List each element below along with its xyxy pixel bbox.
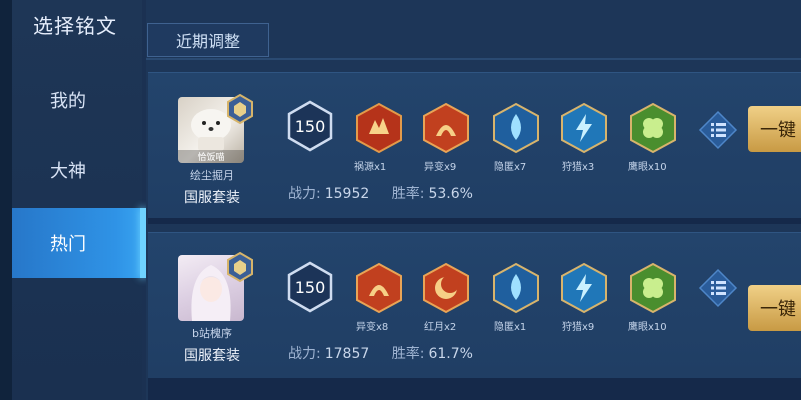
level-badge-icon: 150 (287, 261, 333, 313)
rune-label: 鹰眼x10 (628, 322, 667, 333)
power-label: 战力: (288, 186, 321, 202)
set-name: 国服套装 (184, 348, 240, 364)
winrate-value: 53.6% (428, 186, 473, 202)
rune-blue-lightning-icon[interactable] (558, 262, 610, 314)
rune-label: 祸源x1 (354, 162, 387, 173)
rune-blue-drop-icon[interactable] (490, 262, 542, 314)
sidebar: 选择铭文 我的 大神 热门 (0, 0, 146, 400)
rune-label: 隐匿x7 (494, 162, 527, 173)
rune-label: 异变x8 (356, 322, 389, 333)
level-badge-icon: 150 (287, 100, 333, 152)
player-name: b站槐序 (192, 327, 232, 340)
level-value: 150 (295, 278, 326, 297)
level-value: 150 (295, 117, 326, 136)
rune-label: 狩猎x3 (562, 162, 595, 173)
one-key-apply-button[interactable]: 一键 (748, 285, 801, 331)
sidebar-item-popular[interactable]: 热门 (12, 208, 146, 278)
divider (146, 58, 801, 60)
sidebar-item-label: 大神 (50, 161, 86, 182)
winrate-value: 61.7% (428, 346, 473, 362)
set-name: 国服套装 (184, 190, 240, 206)
sidebar-item-label: 我的 (50, 91, 86, 112)
tab-recent-adjustments[interactable]: 近期调整 (147, 23, 269, 57)
sidebar-item-label: 热门 (50, 234, 86, 255)
rune-label: 异变x9 (424, 162, 457, 173)
detail-list-icon[interactable] (698, 110, 738, 150)
rune-green-clover-icon[interactable] (627, 262, 679, 314)
rune-label: 狩猎x9 (562, 322, 595, 333)
rune-blue-lightning-icon[interactable] (558, 102, 610, 154)
rune-label: 鹰眼x10 (628, 162, 667, 173)
rune-label: 红月x2 (424, 322, 457, 333)
sidebar-edge (0, 0, 12, 400)
sidebar-item-masters[interactable]: 大神 (12, 135, 142, 205)
rune-red-flame-icon[interactable] (353, 102, 405, 154)
rune-red-arch-icon[interactable] (420, 102, 472, 154)
divider (148, 218, 801, 224)
rune-blue-drop-icon[interactable] (490, 102, 542, 154)
stats-line: 战力: 15952 胜率: 53.6% (288, 183, 473, 203)
sidebar-item-mine[interactable]: 我的 (12, 65, 142, 135)
build-card[interactable]: 恰饭喵 绘尘掘月 国服套装 150 祸源x1 异变x9 隐匿x7 狩猎x3 鹰眼… (148, 72, 801, 218)
rank-emblem-icon (227, 93, 253, 125)
power-label: 战力: (288, 346, 321, 362)
rune-label: 隐匿x1 (494, 322, 527, 333)
rune-red-arch-icon[interactable] (353, 262, 405, 314)
power-value: 15952 (324, 186, 370, 202)
detail-list-icon[interactable] (698, 268, 738, 308)
build-card[interactable]: b站槐序 国服套装 150 异变x8 红月x2 隐匿x1 狩猎x9 鹰眼x10 … (148, 232, 801, 378)
stats-line: 战力: 17857 胜率: 61.7% (288, 343, 473, 363)
next-card-edge (148, 378, 801, 400)
page-title: 选择铭文 (33, 14, 117, 38)
power-value: 17857 (324, 346, 370, 362)
player-name: 绘尘掘月 (190, 169, 234, 182)
rune-green-clover-icon[interactable] (627, 102, 679, 154)
avatar-caption: 恰饭喵 (178, 150, 244, 163)
rune-red-moon-icon[interactable] (420, 262, 472, 314)
one-key-apply-button[interactable]: 一键 (748, 106, 801, 152)
winrate-label: 胜率: (391, 186, 425, 202)
rank-emblem-icon (227, 251, 253, 283)
winrate-label: 胜率: (391, 346, 425, 362)
